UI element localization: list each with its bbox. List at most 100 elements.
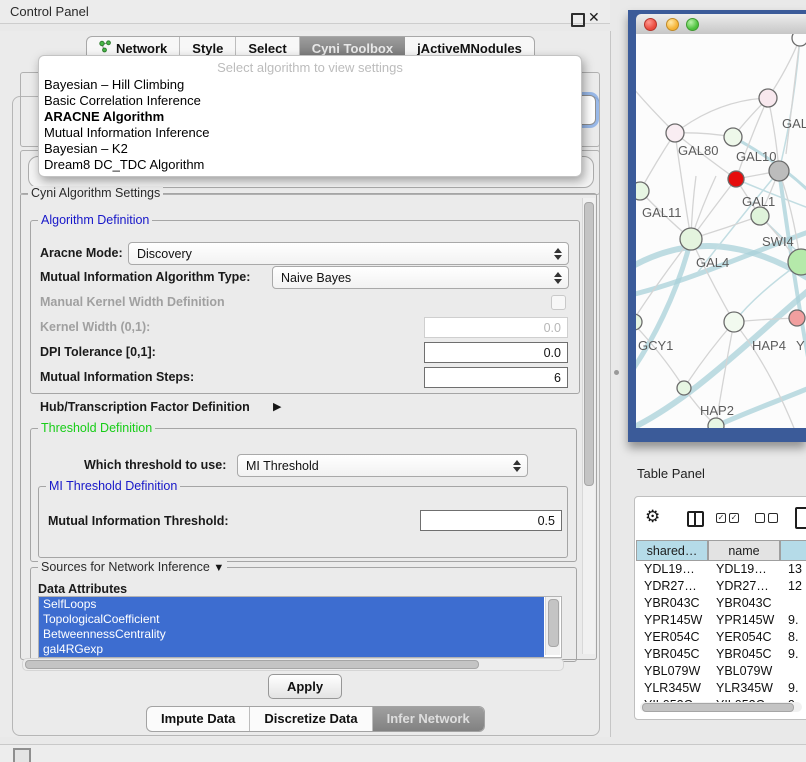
network-node[interactable] xyxy=(728,171,744,187)
node-label-gal11: GAL11 xyxy=(642,205,682,220)
algorithm-option-bayesian-hill-climbing[interactable]: Bayesian – Hill Climbing xyxy=(39,77,581,93)
network-node[interactable] xyxy=(636,314,642,330)
checked-checkbox-icon[interactable]: ✓ xyxy=(716,513,726,523)
network-node[interactable] xyxy=(792,34,806,46)
network-node[interactable] xyxy=(724,128,742,146)
bottom-tab-discretize-data[interactable]: Discretize Data xyxy=(250,707,372,731)
mi-threshold-field[interactable]: 0.5 xyxy=(420,510,562,531)
table-row[interactable]: YBL079WYBL079W xyxy=(636,663,806,680)
dropdown-placeholder: Select algorithm to view settings xyxy=(39,59,581,77)
network-node[interactable] xyxy=(677,381,691,395)
attribute-item-topologicalcoefficient[interactable]: TopologicalCoefficient xyxy=(39,612,544,627)
network-edge[interactable] xyxy=(779,38,800,171)
node-label-gal1: GAL1 xyxy=(742,194,775,209)
table-hscrollbar[interactable] xyxy=(640,702,802,712)
split-column-icon[interactable] xyxy=(687,511,704,527)
which-threshold-value: MI Threshold xyxy=(246,459,319,473)
network-node[interactable] xyxy=(636,182,649,200)
minimize-light[interactable] xyxy=(666,18,679,31)
column-header-name[interactable]: name xyxy=(708,540,780,561)
checked-checkbox-icon[interactable]: ✓ xyxy=(729,513,739,523)
settings-scrollbar[interactable] xyxy=(582,198,595,654)
zoom-light[interactable] xyxy=(686,18,699,31)
which-threshold-select[interactable]: MI Threshold xyxy=(237,454,528,477)
network-node[interactable] xyxy=(724,312,744,332)
hub-definition-label: Hub/Transcription Factor Definition xyxy=(40,400,250,414)
unchecked-checkbox-icon[interactable] xyxy=(755,513,765,523)
minimized-panel-icon[interactable] xyxy=(13,748,31,762)
network-canvas[interactable]: GALGAL80GAL10GAL1GAL11SWI4GAL4GCY1HAP4YH… xyxy=(636,34,806,428)
node-label-gal10: GAL10 xyxy=(736,149,776,164)
table-row[interactable]: YDL19…YDL19…13 xyxy=(636,561,806,578)
table-row[interactable]: YLR345WYLR345W9. xyxy=(636,680,806,697)
node-label-hap4: HAP4 xyxy=(752,338,786,353)
attributes-hscrollbar[interactable] xyxy=(22,658,564,671)
data-attributes-list[interactable]: SelfLoopsTopologicalCoefficientBetweenne… xyxy=(38,596,562,658)
manual-kernel-checkbox[interactable] xyxy=(551,295,566,310)
network-edge[interactable] xyxy=(640,133,675,191)
network-node[interactable] xyxy=(759,89,777,107)
network-node[interactable] xyxy=(708,418,724,428)
gear-icon[interactable]: ⚙ xyxy=(645,507,660,527)
table-cell: YBR045C xyxy=(708,646,772,663)
table-row[interactable]: YBR043CYBR043C xyxy=(636,595,806,612)
network-edge[interactable] xyxy=(691,239,734,322)
application-window: Control Panel ✕ NetworkStyleSelectCyni T… xyxy=(0,0,806,762)
attribute-item-selfloops[interactable]: SelfLoops xyxy=(39,597,544,612)
network-edge[interactable] xyxy=(768,38,800,98)
algorithm-option-bayesian-k2[interactable]: Bayesian – K2 xyxy=(39,141,581,157)
algorithm-option-dream8-dc-tdc-algorithm[interactable]: Dream8 DC_TDC Algorithm xyxy=(39,157,581,173)
table-cell: YER054C xyxy=(708,629,772,646)
table-row[interactable]: YER054CYER054C8. xyxy=(636,629,806,646)
attributes-vscrollbar[interactable] xyxy=(545,597,560,655)
network-edge[interactable] xyxy=(675,98,768,133)
node-label-gal: GAL xyxy=(782,116,806,131)
network-node[interactable] xyxy=(769,161,789,181)
network-node[interactable] xyxy=(680,228,702,250)
attribute-item-gal4rgexp[interactable]: gal4RGexp xyxy=(39,642,544,657)
table-row[interactable]: YPR145WYPR145W9. xyxy=(636,612,806,629)
network-node[interactable] xyxy=(751,207,769,225)
table-row[interactable]: YBR045CYBR045C9. xyxy=(636,646,806,663)
close-light[interactable] xyxy=(644,18,657,31)
table-cell: YBR045C xyxy=(636,646,700,663)
close-icon[interactable]: ✕ xyxy=(588,9,600,26)
network-node[interactable] xyxy=(789,310,805,326)
table-cell: YDL19… xyxy=(708,561,767,578)
bottom-tab-impute-data[interactable]: Impute Data xyxy=(147,707,250,731)
table-cell: YLR345W xyxy=(636,680,701,697)
sources-group-title: Sources for Network Inference ▼ xyxy=(38,560,227,574)
float-panel-icon[interactable] xyxy=(571,13,585,27)
document-icon[interactable] xyxy=(795,507,806,529)
algorithm-option-aracne-algorithm[interactable]: ARACNE Algorithm xyxy=(39,109,581,125)
mi-type-select[interactable]: Naive Bayes xyxy=(272,266,569,289)
column-header-shared-[interactable]: shared… xyxy=(636,540,708,561)
table-cell: YBR043C xyxy=(708,595,772,612)
table-panel-title: Table Panel xyxy=(637,466,705,481)
algorithm-option-mutual-information-inference[interactable]: Mutual Information Inference xyxy=(39,125,581,141)
column-header-clipped[interactable] xyxy=(780,540,806,561)
unchecked-checkbox-icon[interactable] xyxy=(768,513,778,523)
kernel-width-label: Kernel Width (0,1): xyxy=(40,320,150,334)
node-label-hap2: HAP2 xyxy=(700,403,734,418)
table-cell: YLR345W xyxy=(708,680,773,697)
stepper-icon xyxy=(554,248,562,260)
network-node[interactable] xyxy=(666,124,684,142)
apply-button[interactable]: Apply xyxy=(268,674,342,699)
table-row[interactable]: YDR27…YDR27…12 xyxy=(636,578,806,595)
algorithm-option-basic-correlation-inference[interactable]: Basic Correlation Inference xyxy=(39,93,581,109)
data-attributes-label: Data Attributes xyxy=(38,582,127,596)
dpi-tolerance-field[interactable]: 0.0 xyxy=(424,342,568,363)
attribute-item-betweennesscentrality[interactable]: BetweennessCentrality xyxy=(39,627,544,642)
table-body[interactable]: YDL19…YDL19…13YDR27…YDR27…12YBR043CYBR04… xyxy=(636,561,806,706)
expander-down-icon[interactable]: ▼ xyxy=(213,562,224,574)
expander-right-icon[interactable]: ▶ xyxy=(273,400,281,413)
aracne-mode-value: Discovery xyxy=(137,247,192,261)
aracne-mode-select[interactable]: Discovery xyxy=(128,242,569,265)
mi-steps-field[interactable]: 6 xyxy=(424,367,568,388)
kernel-width-field[interactable]: 0.0 xyxy=(424,317,568,338)
network-window-titlebar[interactable] xyxy=(636,14,806,35)
split-divider-handle[interactable] xyxy=(614,370,619,375)
bottom-tab-infer-network[interactable]: Infer Network xyxy=(373,707,484,731)
table-cell: YBL079W xyxy=(636,663,700,680)
